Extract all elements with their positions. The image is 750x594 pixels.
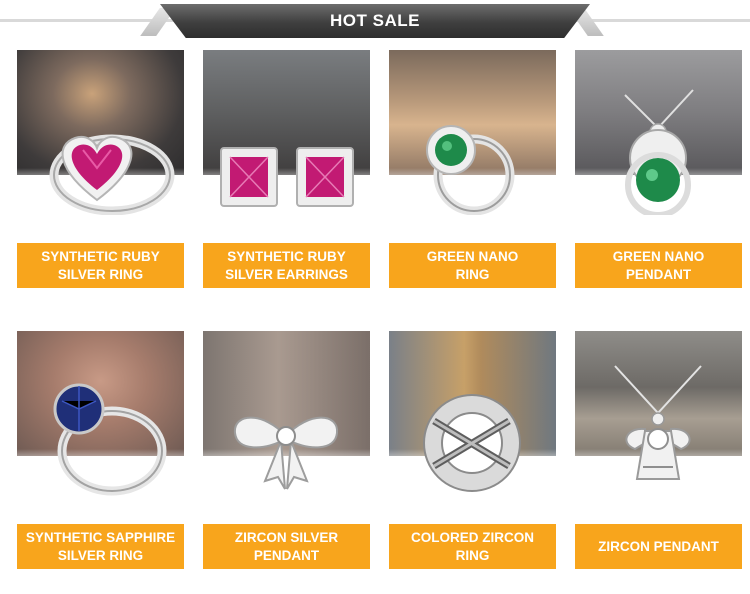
product-label-tag[interactable]: ZIRCON SILVER PENDANT: [203, 524, 370, 569]
ruby-square-earrings-icon: [220, 147, 354, 207]
green-nano-ring-icon: [426, 125, 515, 215]
product-card[interactable]: SYNTHETIC RUBY SILVER RING: [17, 50, 184, 288]
hot-sale-banner: HOT SALE: [0, 0, 750, 40]
ruby-heart-ring-icon: [49, 134, 175, 215]
product-card[interactable]: SYNTHETIC SAPPHIRE SILVER RING: [17, 331, 184, 569]
product-label-tag[interactable]: ZIRCON PENDANT: [575, 524, 742, 569]
green-nano-pendant-icon: [624, 89, 694, 215]
product-label: SYNTHETIC RUBY SILVER RING: [41, 248, 160, 282]
product-photo[interactable]: [389, 50, 556, 215]
product-label: GREEN NANO PENDANT: [612, 248, 705, 282]
zircon-bow-pendant-icon: [233, 416, 339, 490]
product-label: COLORED ZIRCON RING: [411, 529, 534, 563]
product-label-tag[interactable]: SYNTHETIC RUBY SILVER RING: [17, 243, 184, 288]
product-photo[interactable]: [17, 331, 184, 496]
product-label-tag[interactable]: SYNTHETIC RUBY SILVER EARRINGS: [203, 243, 370, 288]
product-label: ZIRCON SILVER PENDANT: [234, 529, 339, 563]
product-card[interactable]: ZIRCON SILVER PENDANT: [203, 331, 370, 569]
sapphire-ring-icon: [53, 383, 167, 496]
product-grid: SYNTHETIC RUBY SILVER RING SYNTHETIC RUB…: [17, 50, 745, 569]
product-label: SYNTHETIC SAPPHIRE SILVER RING: [25, 529, 176, 563]
product-label: GREEN NANO RING: [426, 248, 519, 282]
product-card[interactable]: SYNTHETIC RUBY SILVER EARRINGS: [203, 50, 370, 288]
product-card[interactable]: GREEN NANO PENDANT: [575, 50, 742, 288]
banner-plate: HOT SALE: [160, 4, 590, 38]
zircon-angel-pendant-icon: [614, 365, 702, 480]
product-label-tag[interactable]: GREEN NANO PENDANT: [575, 243, 742, 288]
product-photo[interactable]: [575, 50, 742, 215]
product-label: ZIRCON PENDANT: [598, 538, 719, 554]
product-label-tag[interactable]: SYNTHETIC SAPPHIRE SILVER RING: [17, 524, 184, 569]
product-label-tag[interactable]: COLORED ZIRCON RING: [389, 524, 556, 569]
product-card[interactable]: ZIRCON PENDANT: [575, 331, 742, 569]
product-label: SYNTHETIC RUBY SILVER EARRINGS: [225, 248, 348, 282]
product-card[interactable]: GREEN NANO RING: [389, 50, 556, 288]
product-photo[interactable]: [203, 50, 370, 215]
product-photo[interactable]: [17, 50, 184, 215]
product-card[interactable]: COLORED ZIRCON RING: [389, 331, 556, 569]
product-label-tag[interactable]: GREEN NANO RING: [389, 243, 556, 288]
banner-title: HOT SALE: [330, 11, 420, 30]
product-photo[interactable]: [575, 331, 742, 496]
colored-zircon-ring-icon: [423, 394, 521, 492]
product-photo[interactable]: [203, 331, 370, 496]
banner-rule-right: [575, 19, 750, 22]
product-photo[interactable]: [389, 331, 556, 496]
